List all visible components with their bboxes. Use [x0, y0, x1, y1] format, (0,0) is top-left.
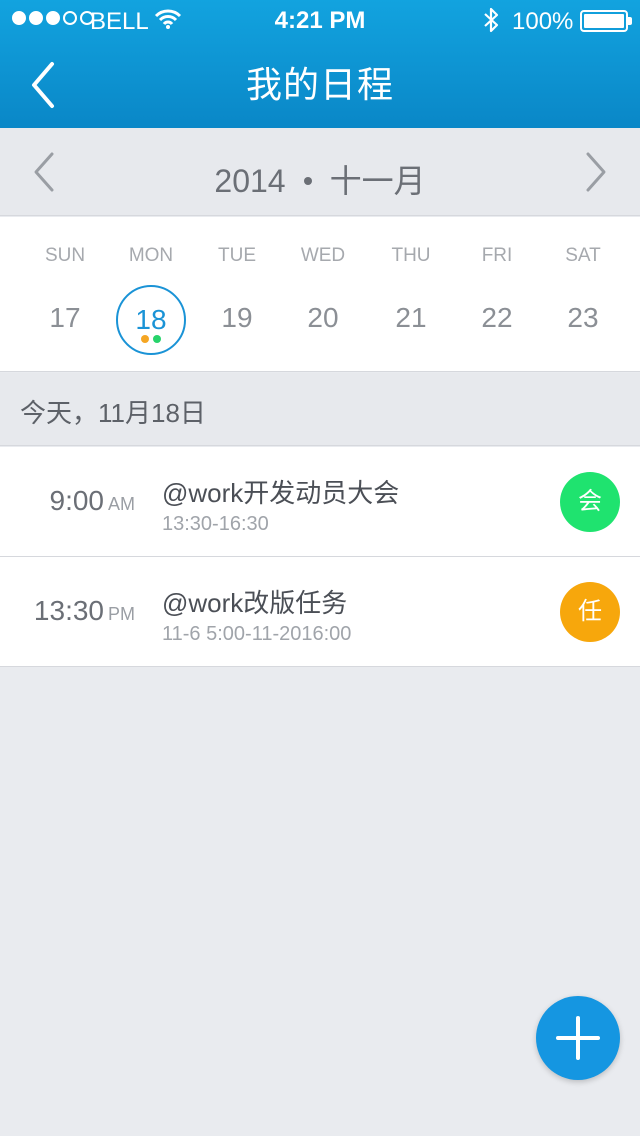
day-number: 22 [481, 302, 513, 333]
day-number: 21 [395, 302, 427, 333]
event-type-badge: 任 [560, 582, 620, 642]
event-dot [153, 335, 161, 343]
event-type-badge: 会 [560, 472, 620, 532]
battery-icon [580, 10, 632, 32]
event-title: @work改版任务 [162, 588, 348, 618]
week-day-sun: SUN 17 [20, 217, 110, 372]
battery-percent: 100% [512, 8, 574, 35]
month-label: 2014 十一月 [0, 156, 640, 202]
day-cell[interactable]: 21 [376, 285, 446, 355]
day-cell[interactable]: 17 [30, 285, 100, 355]
day-number: 20 [307, 302, 339, 333]
event-title: @work开发动员大会 [162, 478, 400, 508]
chevron-right-icon [586, 152, 606, 192]
day-cell[interactable]: 23 [548, 285, 618, 355]
day-number: 18 [135, 304, 167, 335]
week-day-sat: SAT 23 [538, 217, 628, 372]
month-name: 十一月 [329, 163, 426, 199]
event-row[interactable]: 9:00 AM @work开发动员大会 13:30-16:30 会 [0, 447, 640, 557]
page-title: 我的日程 [245, 64, 394, 105]
week-day-fri: FRI 22 [452, 217, 542, 372]
week-day-tue: TUE 19 [192, 217, 282, 372]
event-row[interactable]: 13:30 PM @work改版任务 11-6 5:00-11-2016:00 任 [0, 557, 640, 667]
event-time: 9:00 AM [0, 485, 136, 517]
week-day-mon: MON 18 [106, 217, 196, 372]
month-selector: 2014 十一月 [0, 128, 640, 216]
status-bar: BELL 4:21 PM 100% [0, 0, 640, 40]
event-time-value: 9:00 [49, 485, 105, 516]
event-time-range: 11-6 5:00-11-2016:00 [162, 623, 352, 645]
event-time-range: 13:30-16:30 [162, 513, 269, 535]
day-of-week-label: TUE [218, 245, 256, 266]
bluetooth-icon [482, 6, 500, 41]
event-indicator-dots [118, 334, 184, 343]
day-number: 19 [221, 302, 253, 333]
day-cell[interactable]: 22 [462, 285, 532, 355]
section-date-header: 今天，11月18日 [0, 373, 640, 446]
event-time: 13:30 PM [0, 595, 135, 627]
event-dot [141, 335, 149, 343]
day-number: 23 [567, 302, 599, 333]
day-of-week-label: FRI [481, 245, 513, 266]
day-cell[interactable]: 19 [202, 285, 272, 355]
day-of-week-label: MON [128, 245, 174, 266]
app-header: BELL 4:21 PM 100% 我的日程 [0, 0, 640, 128]
separator-dot [303, 176, 312, 185]
day-of-week-label: SUN [44, 245, 86, 266]
day-of-week-label: THU [391, 245, 431, 266]
next-month-button[interactable] [576, 150, 616, 194]
year-label: 2014 [214, 163, 286, 199]
add-event-button[interactable] [536, 996, 620, 1080]
week-strip: SUN 17 MON 18 TUE 19 WED 20 THU 21 FRI 2… [0, 217, 640, 372]
day-cell[interactable]: 20 [288, 285, 358, 355]
event-ampm: AM [108, 494, 135, 514]
day-of-week-label: WED [300, 245, 346, 266]
event-ampm: PM [108, 604, 135, 624]
event-time-value: 13:30 [33, 595, 104, 626]
day-number: 17 [49, 302, 81, 333]
week-day-thu: THU 21 [366, 217, 456, 372]
day-cell-selected[interactable]: 18 [116, 285, 186, 355]
day-of-week-label: SAT [565, 245, 601, 266]
week-day-wed: WED 20 [278, 217, 368, 372]
